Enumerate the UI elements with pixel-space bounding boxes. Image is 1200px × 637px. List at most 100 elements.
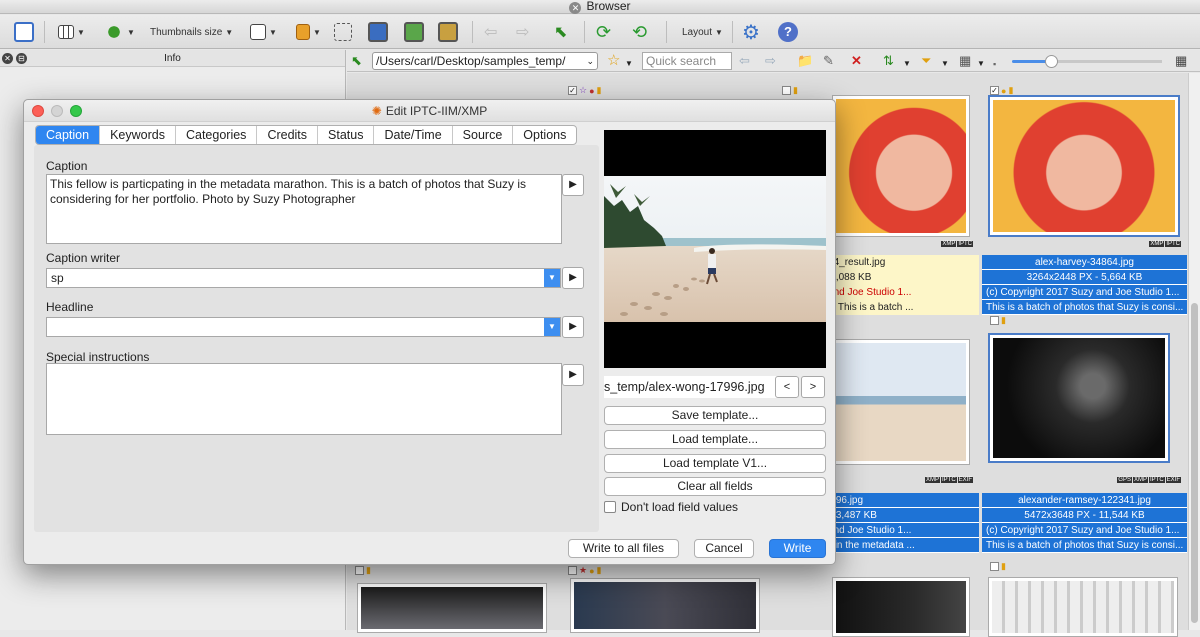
help-button[interactable]: ?: [778, 20, 798, 44]
thumb-copyright: (c) Copyright 2017 Suzy and Joe Studio 1…: [982, 523, 1187, 538]
layout-button[interactable]: Layout ▼: [682, 20, 723, 44]
thumb-dims: 5472x3648 PX - 11,544 KB: [982, 508, 1187, 523]
quick-search-placeholder: Quick search: [646, 54, 717, 68]
clear-all-fields-button[interactable]: Clear all fields: [604, 477, 826, 496]
forward-icon[interactable]: ⇨: [765, 53, 776, 69]
tab-categories[interactable]: Categories: [176, 126, 258, 144]
tab-caption[interactable]: Caption: [36, 126, 101, 144]
back-button[interactable]: ⇦: [484, 20, 497, 44]
write-button[interactable]: Write: [769, 539, 826, 558]
sort-menu-arrow-icon[interactable]: ▼: [903, 56, 911, 72]
up-folder-button[interactable]: ⬉: [554, 20, 567, 44]
up-folder-icon[interactable]: ⬉: [351, 53, 362, 69]
thumb-flags: ▮: [990, 315, 1006, 326]
thumbnail-image[interactable]: [832, 577, 970, 637]
vertical-scrollbar[interactable]: [1188, 73, 1200, 630]
thumbnail-image[interactable]: [988, 577, 1178, 637]
thumbnail-image[interactable]: [832, 339, 970, 465]
view-mode-button[interactable]: ▼: [58, 20, 85, 44]
close-icon[interactable]: ✕: [569, 2, 582, 14]
forward-button[interactable]: ⇨: [516, 20, 529, 44]
thumbnail-size-slider[interactable]: [1012, 55, 1162, 68]
import-button[interactable]: [404, 20, 424, 44]
previous-image-button[interactable]: <: [775, 376, 799, 398]
load-template-button[interactable]: Load template...: [604, 430, 826, 449]
tab-keywords[interactable]: Keywords: [100, 126, 176, 144]
back-icon[interactable]: ⇦: [739, 53, 750, 69]
filter-funnel-icon[interactable]: ⏷: [921, 53, 931, 69]
star-menu-arrow-icon[interactable]: ▼: [625, 56, 633, 72]
special-instructions-textarea[interactable]: [46, 363, 562, 435]
dont-load-checkbox[interactable]: [604, 501, 616, 513]
slider-knob[interactable]: [1045, 55, 1058, 68]
info-panel-title: Info: [164, 53, 181, 64]
chevron-down-icon[interactable]: ▼: [544, 318, 560, 336]
quick-search-input[interactable]: Quick search: [642, 52, 732, 70]
thumbnail-image[interactable]: [570, 578, 760, 633]
detach-panel-icon[interactable]: ⊟: [16, 53, 27, 64]
caption-writer-menu-button[interactable]: ▶: [562, 267, 584, 289]
thumbnail-cell[interactable]: ▮: [347, 563, 552, 633]
slideshow-button[interactable]: [368, 20, 388, 44]
tree-button[interactable]: [334, 20, 352, 44]
filter-button[interactable]: ▼: [250, 20, 277, 44]
thumb-flags: ▮: [355, 565, 371, 576]
cancel-button[interactable]: Cancel: [694, 539, 754, 558]
thumbnails-size-button[interactable]: Thumbnails size ▼: [150, 20, 233, 44]
zoom-window-icon[interactable]: [70, 105, 82, 117]
play-arrow-icon: ▶: [569, 179, 577, 190]
special-instructions-menu-button[interactable]: ▶: [562, 364, 584, 386]
path-select[interactable]: /Users/carl/Desktop/samples_temp/ ⌄: [372, 52, 598, 70]
caption-menu-button[interactable]: ▶: [562, 174, 584, 196]
tab-source[interactable]: Source: [453, 126, 514, 144]
tab-options[interactable]: Options: [513, 126, 576, 144]
save-template-button[interactable]: Save template...: [604, 406, 826, 425]
scrollbar-thumb[interactable]: [1191, 303, 1198, 623]
delete-icon[interactable]: ✕: [851, 53, 862, 69]
small-thumbs-icon: ▪: [993, 59, 997, 69]
headline-menu-button[interactable]: ▶: [562, 316, 584, 338]
sort-icon[interactable]: ⇅: [883, 53, 894, 69]
export-button[interactable]: [438, 20, 458, 44]
thumbnail-cell[interactable]: ✓ ● ▮ XMP IPTC alex-harvey-34864.jpg 3264x2…: [982, 83, 1187, 315]
tree-icon: [334, 23, 352, 41]
thumbnail-image[interactable]: [357, 583, 547, 633]
settings-button[interactable]: ⚙: [742, 20, 760, 44]
sort-button[interactable]: ▼: [104, 20, 135, 44]
reload-button[interactable]: ⟲: [632, 20, 647, 44]
bookmark-button[interactable]: ▼: [296, 20, 321, 44]
metadata-badges: XMP IPTC EXIF: [924, 477, 973, 483]
thumbnail-image[interactable]: [988, 95, 1180, 237]
headline-combo[interactable]: ▼: [46, 317, 561, 337]
caption-writer-combo[interactable]: sp ▼: [46, 268, 561, 288]
minimize-window-icon[interactable]: [51, 105, 63, 117]
thumbnail-image[interactable]: [988, 333, 1170, 463]
view-grid-icon[interactable]: ▦: [959, 53, 971, 69]
monitor-icon: [368, 22, 388, 42]
tab-status[interactable]: Status: [318, 126, 375, 144]
thumbnail-image[interactable]: [832, 95, 970, 237]
next-image-button[interactable]: >: [801, 376, 825, 398]
chevron-down-icon[interactable]: ▼: [544, 269, 560, 287]
view-menu-arrow-icon[interactable]: ▼: [977, 56, 985, 72]
filter-menu-arrow-icon[interactable]: ▼: [941, 56, 949, 72]
tab-date-time[interactable]: Date/Time: [374, 126, 453, 144]
star-icon[interactable]: ☆: [607, 53, 620, 69]
refresh-button[interactable]: ⟳: [596, 20, 611, 44]
thumbnail-cell[interactable]: [774, 563, 979, 637]
fullscreen-button[interactable]: [14, 20, 34, 44]
metadata-badges: GPS XMP IPTC EXIF: [1117, 477, 1181, 483]
dont-load-field-values-option[interactable]: Don't load field values: [604, 500, 738, 514]
tab-credits[interactable]: Credits: [257, 126, 319, 144]
load-template-v1-button[interactable]: Load template V1...: [604, 454, 826, 473]
thumbnail-cell[interactable]: ▮ GPS XMP IPTC EXIF alexander-ramsey-122341…: [982, 313, 1187, 553]
close-window-icon[interactable]: [32, 105, 44, 117]
thumbnail-cell[interactable]: ★ ● ▮: [560, 563, 765, 633]
new-folder-icon[interactable]: 📁: [797, 53, 813, 69]
edit-icon[interactable]: ✎: [823, 53, 834, 69]
write-to-all-files-button[interactable]: Write to all files: [568, 539, 679, 558]
thumbnail-cell[interactable]: ▮: [982, 559, 1187, 637]
caption-textarea[interactable]: This fellow is particpating in the metad…: [46, 174, 562, 244]
import-icon: [404, 22, 424, 42]
close-panel-icon[interactable]: ✕: [2, 53, 13, 64]
